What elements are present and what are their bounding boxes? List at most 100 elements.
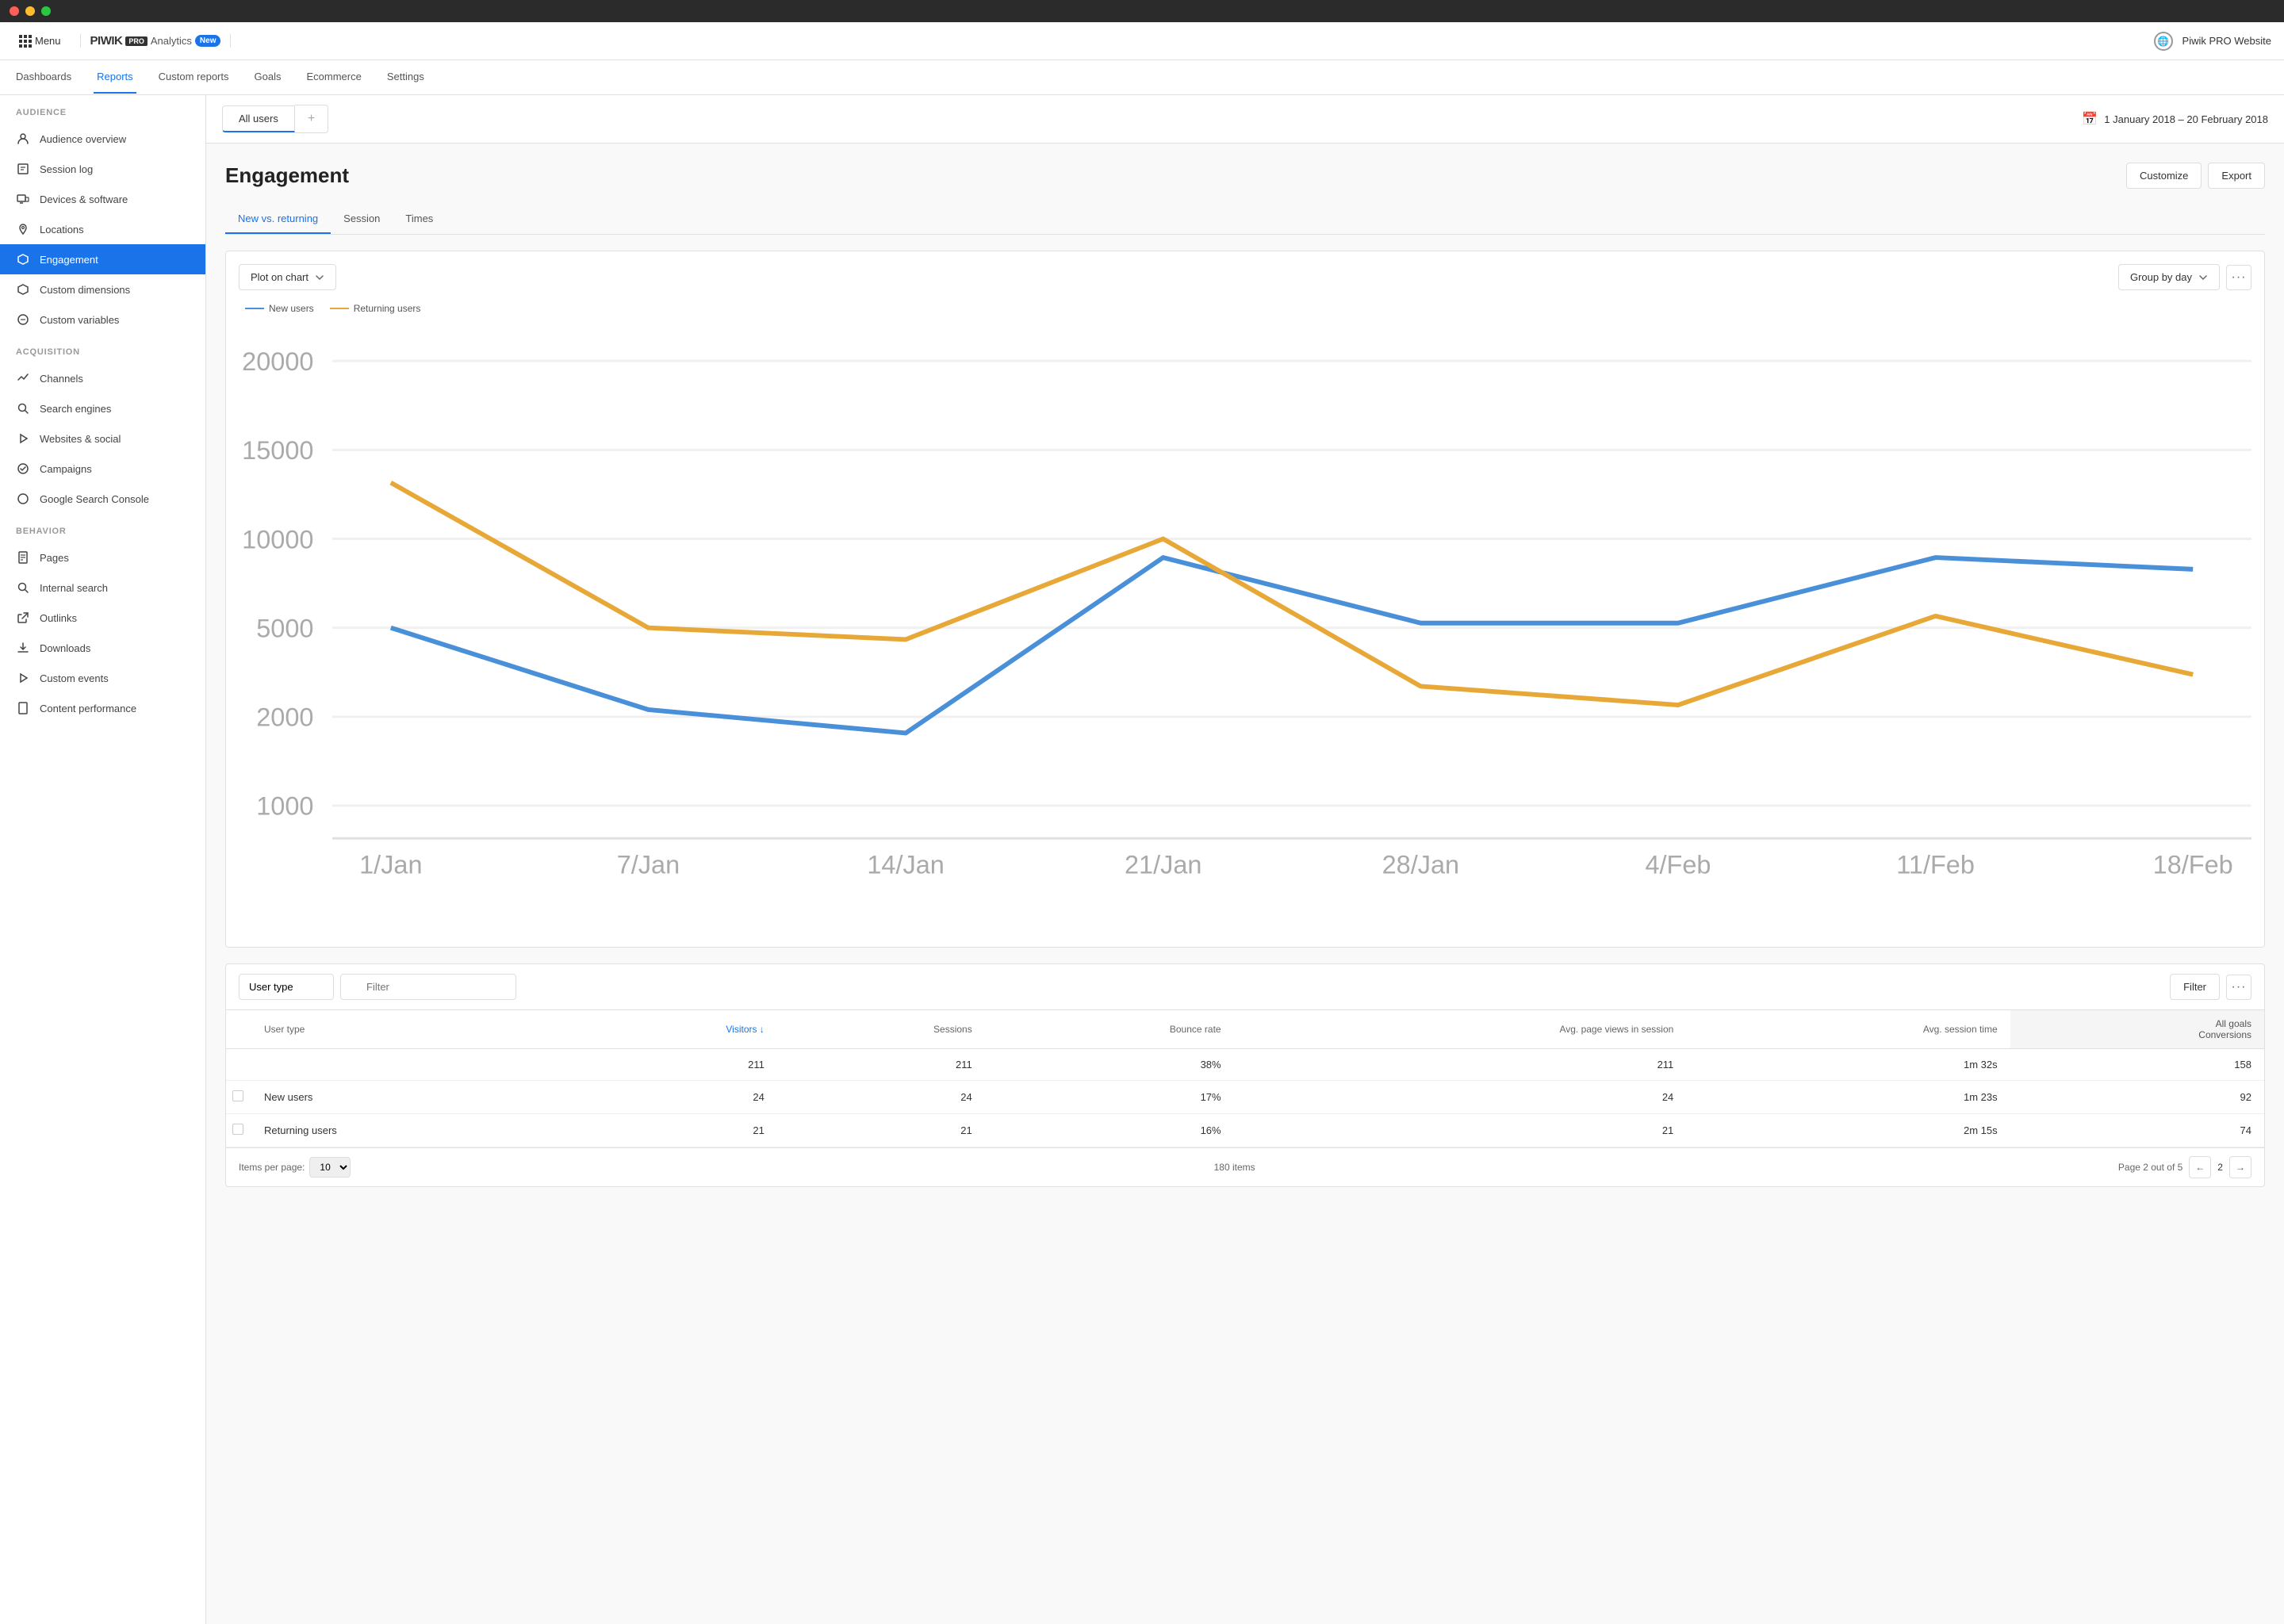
header-actions: Customize Export xyxy=(2126,163,2265,189)
chart-more-btn[interactable]: ··· xyxy=(2226,265,2251,290)
prev-page-btn[interactable]: ← xyxy=(2189,1156,2211,1178)
td-returning-users-conversions: 74 xyxy=(2010,1114,2264,1147)
svg-text:10000: 10000 xyxy=(242,525,313,553)
tab-session[interactable]: Session xyxy=(331,205,393,234)
sidebar-label: Campaigns xyxy=(40,463,92,475)
checkbox-returning-users[interactable] xyxy=(232,1124,243,1135)
table-section: User type 🔍 Filter ··· xyxy=(225,963,2265,1187)
svg-text:1000: 1000 xyxy=(256,792,313,821)
th-visitors[interactable]: Visitors ↓ xyxy=(570,1010,777,1049)
sidebar-item-campaigns[interactable]: Campaigns xyxy=(0,454,205,484)
websites-social-icon xyxy=(16,431,30,446)
tab-new-vs-returning[interactable]: New vs. returning xyxy=(225,205,331,234)
menu-icon xyxy=(19,35,30,48)
sidebar-label: Websites & social xyxy=(40,433,121,445)
segment-add-btn[interactable]: + xyxy=(295,105,328,133)
group-label: Group by day xyxy=(2130,271,2192,283)
acquisition-section-title: ACQUISITION xyxy=(0,335,205,363)
nav-goals[interactable]: Goals xyxy=(251,61,285,94)
sidebar: AUDIENCE Audience overview Session log D… xyxy=(0,95,206,1624)
main-layout: AUDIENCE Audience overview Session log D… xyxy=(0,95,2284,1624)
tab-times[interactable]: Times xyxy=(393,205,446,234)
plot-on-chart-select[interactable]: Plot on chart xyxy=(239,264,336,290)
titlebar xyxy=(0,0,2284,22)
page-header: Engagement Customize Export xyxy=(225,163,2265,189)
page-number: 2 xyxy=(2217,1162,2223,1173)
channels-icon xyxy=(16,371,30,385)
sidebar-item-custom-variables[interactable]: Custom variables xyxy=(0,304,205,335)
sidebar-label: Channels xyxy=(40,373,83,385)
sidebar-item-outlinks[interactable]: Outlinks xyxy=(0,603,205,633)
date-range[interactable]: 📅 1 January 2018 – 20 February 2018 xyxy=(2082,111,2268,127)
filter-input[interactable] xyxy=(340,974,516,1000)
checkbox-new-users[interactable] xyxy=(232,1090,243,1101)
next-page-btn[interactable]: → xyxy=(2229,1156,2251,1178)
table-header-row: User type Visitors ↓ Sessions Bounce rat… xyxy=(226,1010,2264,1049)
maximize-btn[interactable] xyxy=(41,6,51,16)
nav-custom-reports[interactable]: Custom reports xyxy=(155,61,232,94)
sidebar-item-google-search-console[interactable]: Google Search Console xyxy=(0,484,205,514)
downloads-icon xyxy=(16,641,30,655)
close-btn[interactable] xyxy=(10,6,19,16)
sidebar-label: Custom events xyxy=(40,672,109,684)
td-returning-users-checkbox[interactable] xyxy=(226,1114,251,1147)
line-chart: 20000 15000 10000 5000 2000 1000 xyxy=(239,324,2251,932)
sidebar-item-devices[interactable]: Devices & software xyxy=(0,184,205,214)
secondary-nav: Dashboards Reports Custom reports Goals … xyxy=(0,60,2284,95)
table-more-btn[interactable]: ··· xyxy=(2226,975,2251,1000)
page-label: Page 2 out of 5 xyxy=(2118,1162,2182,1173)
sidebar-item-custom-dimensions[interactable]: Custom dimensions xyxy=(0,274,205,304)
items-per-page-select[interactable]: 10 25 50 xyxy=(309,1157,351,1178)
minimize-btn[interactable] xyxy=(25,6,35,16)
sidebar-item-content-performance[interactable]: Content performance xyxy=(0,693,205,723)
audience-overview-icon xyxy=(16,132,30,146)
search-engines-icon xyxy=(16,401,30,416)
svg-text:7/Jan: 7/Jan xyxy=(617,851,680,879)
group-by-day-select[interactable]: Group by day xyxy=(2118,264,2220,290)
chart-container: 20000 15000 10000 5000 2000 1000 xyxy=(239,324,2251,934)
svg-text:11/Feb: 11/Feb xyxy=(1896,851,1975,879)
globe-icon[interactable]: 🌐 xyxy=(2154,32,2173,51)
nav-dashboards[interactable]: Dashboards xyxy=(13,61,75,94)
sidebar-item-channels[interactable]: Channels xyxy=(0,363,205,393)
th-avg-pageviews: Avg. page views in session xyxy=(1234,1010,1687,1049)
date-range-label: 1 January 2018 – 20 February 2018 xyxy=(2104,113,2268,125)
items-per-page: Items per page: 10 25 50 xyxy=(239,1157,351,1178)
sidebar-item-custom-events[interactable]: Custom events xyxy=(0,663,205,693)
sidebar-item-websites-social[interactable]: Websites & social xyxy=(0,423,205,454)
nav-settings[interactable]: Settings xyxy=(384,61,427,94)
custom-dimensions-icon xyxy=(16,282,30,297)
td-returning-users-bounce-rate: 16% xyxy=(985,1114,1234,1147)
sidebar-item-internal-search[interactable]: Internal search xyxy=(0,573,205,603)
table-row: New users 24 24 17% 24 1m 23s 92 xyxy=(226,1081,2264,1114)
svg-text:15000: 15000 xyxy=(242,436,313,465)
td-totals-bounce-rate: 38% xyxy=(985,1049,1234,1081)
customize-button[interactable]: Customize xyxy=(2126,163,2202,189)
svg-text:14/Jan: 14/Jan xyxy=(867,851,944,879)
chart-legend: New users Returning users xyxy=(239,303,2251,314)
svg-text:5000: 5000 xyxy=(256,614,313,642)
nav-ecommerce[interactable]: Ecommerce xyxy=(303,61,364,94)
segment-all-users[interactable]: All users xyxy=(222,105,295,132)
pages-icon xyxy=(16,550,30,565)
filter-button[interactable]: Filter xyxy=(2170,974,2220,1000)
user-type-select[interactable]: User type xyxy=(239,974,334,1000)
sidebar-item-pages[interactable]: Pages xyxy=(0,542,205,573)
calendar-icon: 📅 xyxy=(2082,111,2098,127)
internal-search-icon xyxy=(16,580,30,595)
sidebar-item-downloads[interactable]: Downloads xyxy=(0,633,205,663)
google-search-console-icon xyxy=(16,492,30,506)
td-new-users-checkbox[interactable] xyxy=(226,1081,251,1114)
sidebar-item-audience-overview[interactable]: Audience overview xyxy=(0,124,205,154)
svg-text:21/Jan: 21/Jan xyxy=(1125,851,1201,879)
export-button[interactable]: Export xyxy=(2208,163,2265,189)
sidebar-item-session-log[interactable]: Session log xyxy=(0,154,205,184)
sidebar-item-search-engines[interactable]: Search engines xyxy=(0,393,205,423)
custom-variables-icon xyxy=(16,312,30,327)
sidebar-item-locations[interactable]: Locations xyxy=(0,214,205,244)
sidebar-label: Devices & software xyxy=(40,193,128,205)
menu-button[interactable]: Menu xyxy=(13,32,67,51)
sidebar-item-engagement[interactable]: Engagement xyxy=(0,244,205,274)
top-nav: Menu PIWIK PRO Analytics New 🌐 Piwik PRO… xyxy=(0,22,2284,60)
nav-reports[interactable]: Reports xyxy=(94,61,136,94)
